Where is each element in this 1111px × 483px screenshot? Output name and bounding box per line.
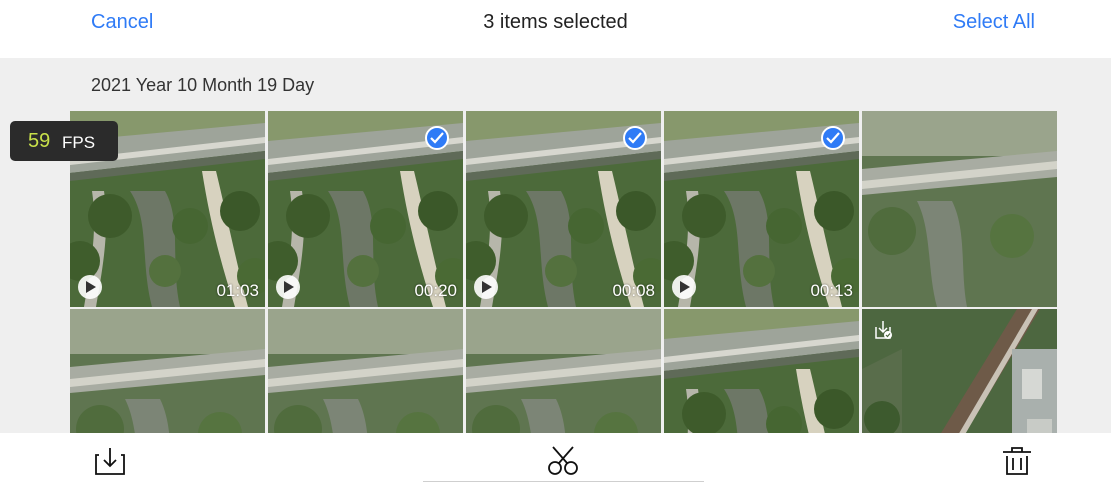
download-icon: [95, 448, 125, 475]
video-thumbnail[interactable]: 00:08: [466, 111, 661, 307]
select-all-button[interactable]: Select All: [953, 11, 1035, 34]
photo-thumbnail[interactable]: [664, 309, 859, 433]
photo-thumbnail[interactable]: [862, 309, 1057, 433]
play-icon: [672, 275, 696, 299]
photo-thumbnail[interactable]: [862, 111, 1057, 307]
thumbnail-image: [664, 309, 859, 433]
section-date-header: 2021 Year 10 Month 19 Day: [91, 75, 315, 95]
thumbnail-image: [466, 309, 661, 433]
fps-overlay: 59 FPS: [10, 121, 118, 161]
cut-button[interactable]: [546, 446, 580, 476]
scissors-icon: [548, 446, 578, 475]
fps-unit: FPS: [62, 133, 96, 152]
photo-thumbnail[interactable]: [268, 309, 463, 433]
play-icon: [474, 275, 498, 299]
thumbnail-image: [862, 111, 1057, 307]
selected-checkmark-icon: [623, 126, 647, 150]
play-icon: [276, 275, 300, 299]
photo-thumbnail[interactable]: [70, 309, 265, 433]
selected-checkmark-icon: [821, 126, 845, 150]
home-indicator: [423, 481, 704, 482]
fps-value: 59: [28, 130, 51, 152]
bottom-toolbar: [0, 433, 1111, 483]
page-title: 3 items selected: [483, 11, 628, 33]
video-duration: 00:20: [414, 281, 457, 300]
delete-button[interactable]: [1000, 446, 1034, 476]
thumbnail-row: [70, 309, 1058, 433]
play-icon: [78, 275, 102, 299]
video-thumbnail[interactable]: 00:20: [268, 111, 463, 307]
video-duration: 00:13: [810, 281, 853, 300]
photo-thumbnail[interactable]: [466, 309, 661, 433]
video-duration: 01:03: [216, 281, 259, 300]
video-thumbnail[interactable]: 00:13: [664, 111, 859, 307]
thumbnail-row: 01:03 00:20 00:08 00:13: [70, 111, 1058, 307]
photo-grid-section: 2021 Year 10 Month 19 Day 01:03 00:20 00…: [0, 58, 1111, 433]
downloaded-icon: [875, 321, 892, 339]
selected-checkmark-icon: [425, 126, 449, 150]
top-bar: Cancel 3 items selected Select All: [0, 0, 1111, 58]
trash-icon: [1003, 447, 1031, 475]
download-button[interactable]: [93, 446, 127, 476]
thumbnail-image: [268, 309, 463, 433]
video-duration: 00:08: [612, 281, 655, 300]
thumbnail-image: [70, 309, 265, 433]
